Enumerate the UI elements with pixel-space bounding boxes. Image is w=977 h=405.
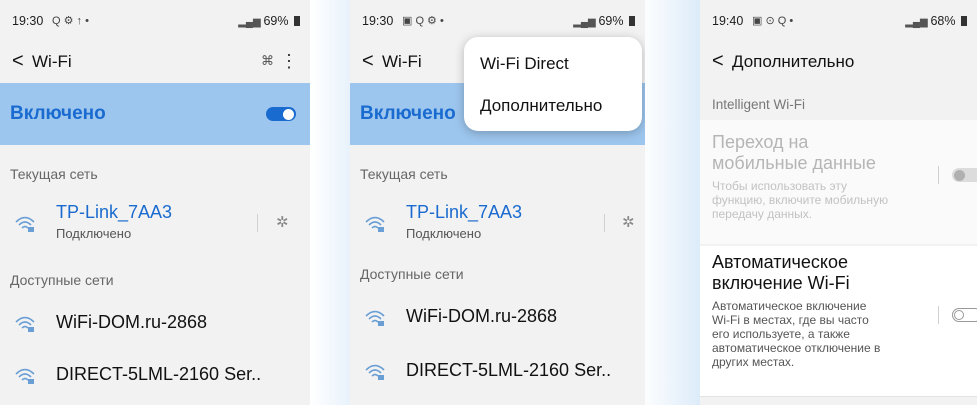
setting-desc-line1: Чтобы использовать эту: [712, 179, 847, 193]
wifi-lock-icon: [15, 216, 35, 232]
section-current-network: Текущая сеть: [10, 166, 98, 182]
setting-title-line2: включение Wi-Fi: [712, 273, 850, 293]
battery-percent: 68%: [930, 14, 956, 28]
battery-icon: [629, 16, 635, 26]
overflow-menu: Wi-Fi Direct Дополнительно: [464, 37, 642, 131]
section-available-networks: Доступные сети: [10, 272, 114, 288]
status-time: 19:30: [362, 14, 394, 28]
page-title: Дополнительно: [732, 52, 855, 71]
wifi-lock-icon: [365, 364, 385, 380]
section-current-network: Текущая сеть: [360, 166, 448, 182]
setting-desc-line5: других местах.: [712, 355, 795, 369]
setting-desc-line2: Wi-Fi в местах, где вы часто: [712, 313, 869, 327]
setting-desc-line3: его используете, а также: [712, 327, 850, 341]
row-divider: [257, 214, 258, 232]
current-network-row[interactable]: TP-Link_7AA3 Подключено ✲: [0, 196, 310, 250]
signal-icon: ▂▄▆: [905, 17, 931, 28]
battery-indicator: ▂▄▆ 69%: [573, 14, 635, 28]
page-title: Wi-Fi: [32, 52, 72, 71]
row-divider: [938, 306, 939, 324]
network-name: TP-Link_7AA3: [406, 202, 523, 222]
network-status: Подключено: [56, 226, 132, 241]
toggle-knob: [283, 108, 294, 120]
section-intelligent-wifi: Intelligent Wi-Fi: [712, 97, 806, 112]
page-title: Wi-Fi: [382, 52, 422, 71]
row-divider: [938, 166, 939, 184]
status-icons: ▣ ⊙ Q •: [752, 15, 794, 27]
row-divider: [604, 214, 605, 232]
setting-title-line1: Автоматическое: [712, 252, 849, 272]
network-row-2[interactable]: DIRECT-5LML-2160 Ser..: [350, 346, 645, 400]
setting-desc-line2: функцию, включите мобильную: [712, 193, 889, 207]
network-name: DIRECT-5LML-2160 Ser..: [406, 360, 612, 380]
wifi-lock-icon: [365, 310, 385, 326]
toggle-switch-on[interactable]: [266, 107, 296, 121]
battery-indicator: ▂▄▆ 69%: [238, 14, 300, 28]
wifi-master-switch[interactable]: Включено: [0, 83, 310, 145]
status-time: 19:30: [12, 14, 44, 28]
network-row-1[interactable]: WiFi-DOM.ru-2868: [0, 298, 310, 352]
battery-icon: [294, 16, 300, 26]
setting-title-line2: мобильные данные: [712, 153, 876, 173]
qr-scan-icon[interactable]: ⌘: [261, 53, 274, 69]
current-network-row[interactable]: TP-Link_7AA3 Подключено ✲: [350, 196, 645, 250]
menu-item-advanced[interactable]: Дополнительно: [480, 96, 602, 116]
setting-desc-line1: Автоматическое включение: [712, 299, 867, 313]
wifi-lock-icon: [15, 368, 35, 384]
back-icon[interactable]: <: [362, 50, 374, 73]
network-name: WiFi-DOM.ru-2868: [56, 312, 208, 332]
app-header: < Wi-Fi ⌘ ⋮: [0, 44, 310, 82]
back-icon[interactable]: <: [12, 50, 24, 73]
gear-icon[interactable]: ✲: [622, 213, 635, 231]
toggle-knob: [954, 309, 964, 320]
battery-icon: [961, 16, 967, 26]
switch-label: Включено: [10, 103, 106, 124]
setting-mobile-data-switch[interactable]: Переход на мобильные данные Чтобы исполь…: [700, 120, 977, 244]
status-icons: Q ⚙ ↑ •: [52, 15, 89, 27]
bottom-divider: [700, 396, 977, 397]
network-row-1[interactable]: WiFi-DOM.ru-2868: [350, 292, 645, 346]
phone-screen-wifi-menu: 19:30 ▣ Q ⚙ • ▂▄▆ 69% < Wi-Fi Включено Т…: [350, 0, 645, 405]
wifi-lock-icon: [15, 316, 35, 332]
toggle-knob: [954, 169, 965, 181]
signal-icon: ▂▄▆: [573, 17, 599, 28]
battery-indicator: ▂▄▆ 68%: [905, 14, 967, 28]
gear-icon[interactable]: ✲: [276, 213, 289, 231]
toggle-switch-disabled: [952, 168, 977, 182]
battery-percent: 69%: [598, 14, 624, 28]
toggle-switch-off[interactable]: [952, 308, 977, 322]
setting-title-line1: Переход на: [712, 132, 809, 152]
setting-auto-wifi[interactable]: Автоматическое включение Wi-Fi Автоматич…: [700, 246, 977, 396]
section-available-networks: Доступные сети: [360, 266, 464, 282]
network-name: DIRECT-5LML-2160 Ser..: [56, 364, 262, 384]
status-icons: ▣ Q ⚙ •: [402, 15, 444, 27]
battery-percent: 69%: [263, 14, 289, 28]
setting-desc-line4: автоматическое отключение в: [712, 341, 881, 355]
signal-icon: ▂▄▆: [238, 17, 264, 28]
wifi-lock-icon: [365, 216, 385, 232]
switch-label: Включено: [360, 103, 456, 124]
phone-screen-advanced: 19:40 ▣ ⊙ Q • ▂▄▆ 68% < Дополнительно In…: [700, 0, 977, 405]
network-name: WiFi-DOM.ru-2868: [406, 306, 558, 326]
menu-item-wifi-direct[interactable]: Wi-Fi Direct: [480, 54, 569, 74]
more-options-icon[interactable]: ⋮: [280, 51, 298, 72]
status-bar: 19:40 ▣ ⊙ Q • ▂▄▆ 68%: [700, 0, 977, 44]
setting-desc-line3: передачу данных.: [712, 207, 813, 221]
network-name: TP-Link_7AA3: [56, 202, 173, 222]
phone-screen-wifi: 19:30 Q ⚙ ↑ • ▂▄▆ 69% < Wi-Fi ⌘ ⋮ Включе…: [0, 0, 310, 405]
back-icon[interactable]: <: [712, 50, 724, 73]
network-row-2[interactable]: DIRECT-5LML-2160 Ser..: [0, 350, 310, 404]
network-status: Подключено: [406, 226, 482, 241]
status-bar: 19:30 Q ⚙ ↑ • ▂▄▆ 69%: [0, 0, 310, 44]
app-header: < Дополнительно: [700, 44, 977, 82]
status-time: 19:40: [712, 14, 744, 28]
